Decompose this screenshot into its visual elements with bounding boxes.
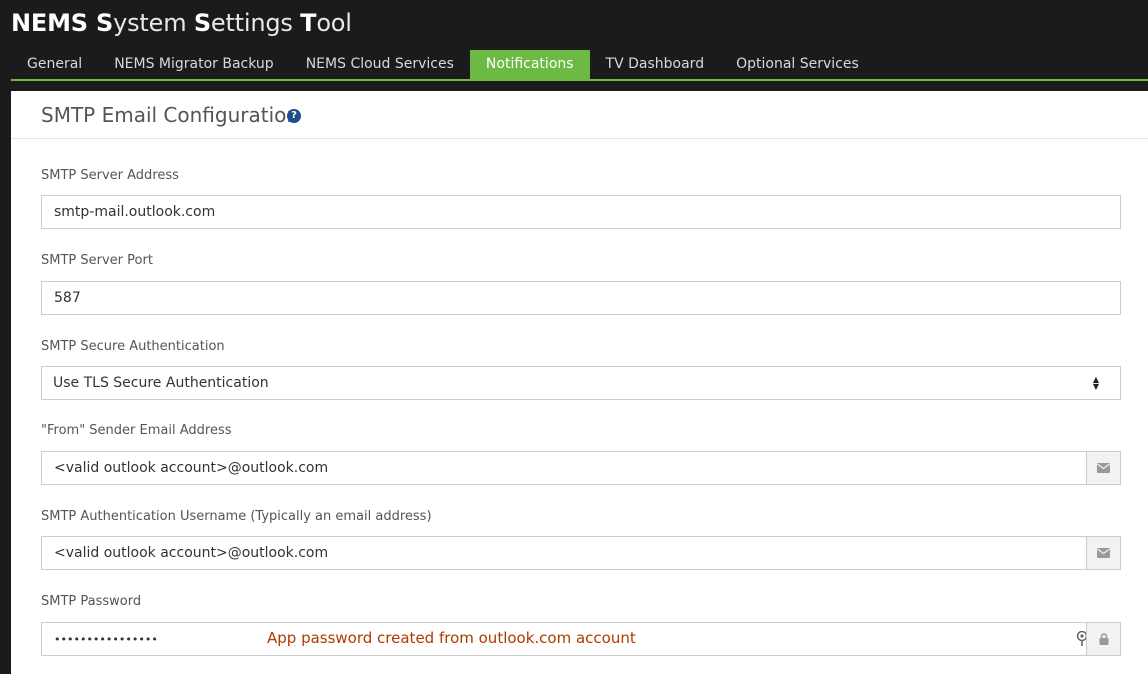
- server-address-label: SMTP Server Address: [41, 168, 179, 183]
- section-title: SMTP Email Configuration: [41, 103, 300, 127]
- from-address-label: "From" Sender Email Address: [41, 423, 232, 438]
- password-label: SMTP Password: [41, 594, 142, 609]
- tab-general[interactable]: General: [11, 50, 98, 79]
- tab-optional-services[interactable]: Optional Services: [720, 50, 875, 79]
- question-circle-icon[interactable]: ?: [287, 109, 301, 123]
- lock-icon: [1099, 633, 1108, 645]
- app-title: NEMS System Settings Tool: [11, 9, 352, 37]
- title-part: N: [11, 9, 31, 37]
- title-part: ystem: [113, 9, 194, 37]
- from-address-field: [41, 451, 1121, 485]
- title-part: S: [96, 9, 114, 37]
- settings-panel: SMTP Email Configuration ? SMTP Server A…: [11, 91, 1148, 674]
- password-addon: [1086, 623, 1120, 655]
- title-part: ettings: [210, 9, 301, 37]
- auth-username-field: [41, 536, 1121, 570]
- secure-auth-selected: Use TLS Secure Authentication: [53, 375, 269, 391]
- secure-auth-select[interactable]: Use TLS Secure Authentication ▲ ▼: [41, 366, 1121, 400]
- password-annotation: App password created from outlook.com ac…: [267, 629, 636, 647]
- app-header: NEMS System Settings Tool General NEMS M…: [0, 0, 1148, 91]
- auth-username-addon: [1086, 537, 1120, 569]
- server-port-label: SMTP Server Port: [41, 253, 153, 268]
- tab-nems-migrator-backup[interactable]: NEMS Migrator Backup: [98, 50, 290, 79]
- secure-auth-label: SMTP Secure Authentication: [41, 339, 225, 354]
- panel-heading: SMTP Email Configuration ?: [11, 91, 1148, 139]
- server-address-field: [41, 195, 1121, 229]
- title-part: EMS: [30, 9, 97, 37]
- tab-tv-dashboard[interactable]: TV Dashboard: [590, 50, 721, 79]
- title-part: T: [300, 9, 317, 37]
- server-port-input[interactable]: [42, 282, 1120, 314]
- title-part: ool: [316, 9, 352, 37]
- title-part: S: [193, 9, 211, 37]
- from-address-input[interactable]: [42, 452, 1087, 484]
- from-address-addon: [1086, 452, 1120, 484]
- auth-username-input[interactable]: [42, 537, 1087, 569]
- envelope-icon: [1097, 463, 1110, 473]
- envelope-icon: [1097, 548, 1110, 558]
- select-arrows-icon: ▲ ▼: [1092, 375, 1099, 391]
- password-field: App password created from outlook.com ac…: [41, 622, 1121, 656]
- tab-notifications[interactable]: Notifications: [469, 50, 590, 79]
- tab-bar: General NEMS Migrator Backup NEMS Cloud …: [11, 50, 875, 79]
- server-address-input[interactable]: [42, 196, 1120, 228]
- server-port-field: [41, 281, 1121, 315]
- auth-username-label: SMTP Authentication Username (Typically …: [41, 509, 432, 524]
- tab-underline: [11, 79, 1148, 81]
- tab-nems-cloud-services[interactable]: NEMS Cloud Services: [290, 50, 470, 79]
